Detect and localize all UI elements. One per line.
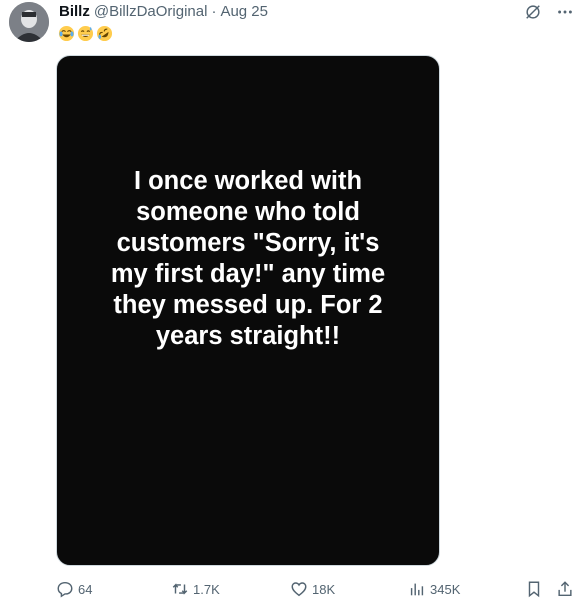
reply-count: 64 — [78, 581, 93, 597]
share-button[interactable] — [556, 578, 574, 600]
tweet-date[interactable]: Aug 25 — [220, 2, 268, 22]
bookmark-button[interactable] — [525, 578, 543, 600]
retweet-icon — [171, 580, 189, 598]
like-count: 18K — [312, 581, 336, 597]
tweet-top-actions — [523, 2, 575, 22]
views-count: 345K — [430, 581, 461, 597]
tweet-header: Billz @BillzDaOriginal · Aug 25 — [59, 2, 268, 22]
separator-dot: · — [211, 3, 217, 20]
grinning-sweat-icon — [77, 25, 94, 42]
display-name[interactable]: Billz — [59, 2, 90, 22]
reply-button[interactable]: 64 — [56, 578, 92, 600]
media-caption-text: I once worked with someone who told cust… — [110, 167, 386, 350]
face-with-tears-of-joy-icon — [58, 25, 75, 42]
avatar[interactable] — [9, 2, 49, 42]
user-handle[interactable]: @BillzDaOriginal — [94, 2, 208, 22]
retweet-count: 1.7K — [193, 581, 220, 597]
heart-icon — [290, 580, 308, 598]
rolling-on-floor-laughing-icon — [96, 25, 113, 42]
retweet-button[interactable]: 1.7K — [171, 578, 220, 600]
reply-icon — [56, 580, 74, 598]
like-button[interactable]: 18K — [290, 578, 335, 600]
grok-icon[interactable] — [523, 2, 543, 22]
more-icon[interactable] — [555, 2, 575, 22]
views-button[interactable]: 345K — [408, 578, 460, 600]
views-icon — [408, 580, 426, 598]
share-icon — [556, 580, 574, 598]
tweet[interactable]: Billz @BillzDaOriginal · Aug 25 I once w… — [0, 0, 583, 611]
tweet-text-emojis — [58, 24, 113, 42]
bookmark-icon — [525, 580, 543, 598]
tweet-action-bar: 64 1.7K 18K 345K — [53, 578, 575, 600]
tweet-media-image[interactable]: I once worked with someone who told cust… — [56, 55, 440, 566]
